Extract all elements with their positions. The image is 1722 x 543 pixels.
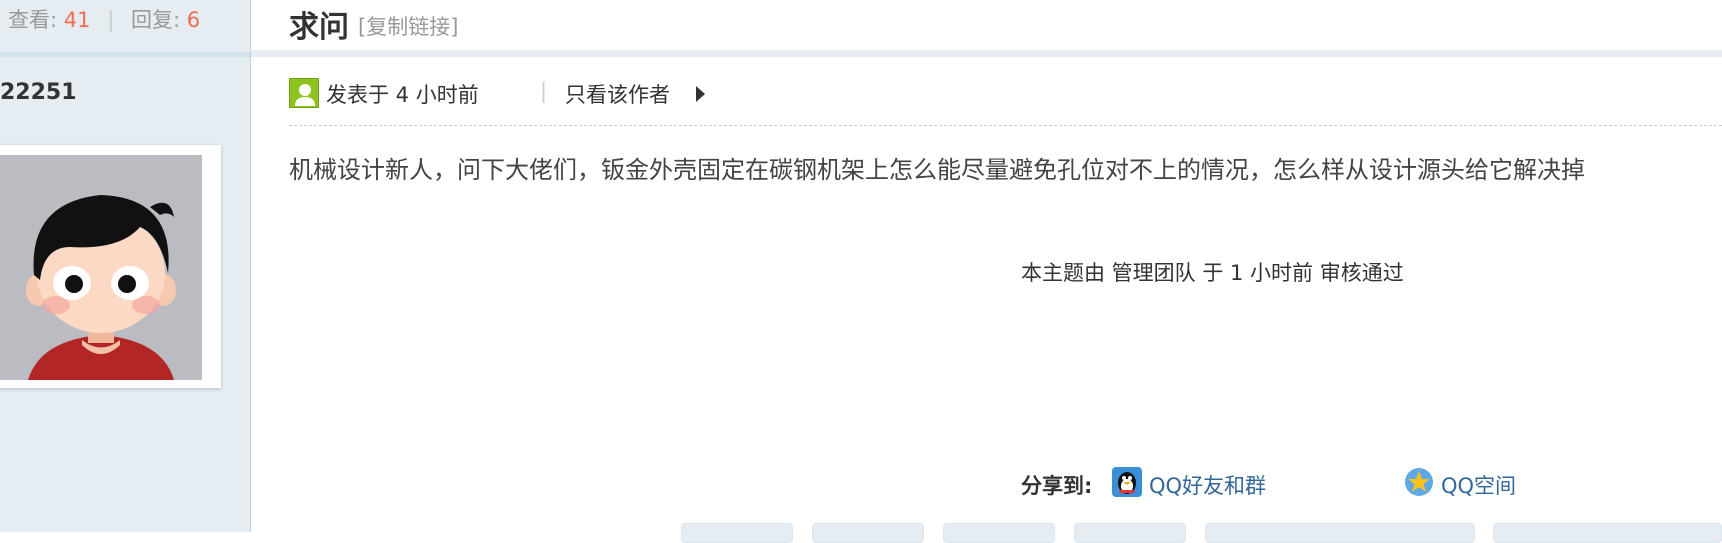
share-qq-label: QQ好友和群 [1149, 474, 1267, 498]
audit-note: 本主题由 管理团队 于 1 小时前 审核通过 [1021, 261, 1404, 285]
stats-line: 查看: 41 | 回复: 6 [8, 4, 200, 34]
post-content: 机械设计新人，问下大佬们，钣金外壳固定在碳钢机架上怎么能尽量避免孔位对不上的情况… [289, 156, 1585, 184]
post-time: 发表于 4 小时前 [326, 83, 479, 107]
copy-link-button[interactable]: [复制链接] [358, 11, 458, 41]
user-silhouette-icon [295, 84, 315, 106]
post-main: 求问 [复制链接] 发表于 4 小时前 | 只看该作者 机械设计新人，问下大佬们… [251, 0, 1722, 543]
cartoon-avatar-icon [0, 155, 202, 380]
stats-separator: | [107, 8, 115, 32]
only-author-link[interactable]: 只看该作者 [565, 79, 670, 109]
post-meta: 发表于 4 小时前 | 只看该作者 [289, 76, 1722, 126]
meta-divider [289, 125, 1722, 126]
action-button-1[interactable] [681, 523, 793, 543]
thread-stats: 查看: 41 | 回复: 6 [0, 0, 250, 57]
action-button-3[interactable] [943, 523, 1055, 543]
avatar-frame [0, 145, 221, 388]
replies-label: 回复: [130, 8, 181, 32]
views-label: 查看: [8, 8, 58, 32]
meta-separator: | [540, 79, 548, 103]
share-label: 分享到: [1021, 474, 1093, 498]
author-username[interactable]: 22251 [0, 80, 77, 105]
action-button-5[interactable] [1205, 523, 1475, 543]
qzone-star-icon [1405, 468, 1433, 496]
replies-count: 6 [186, 8, 201, 32]
online-user-icon [289, 78, 319, 108]
author-sidebar: 查看: 41 | 回复: 6 22251 [0, 0, 251, 532]
action-button-2[interactable] [812, 523, 924, 543]
thread-title-row: 求问 [复制链接] [251, 0, 1722, 57]
avatar[interactable] [0, 155, 202, 380]
qq-penguin-icon [1112, 467, 1142, 497]
views-count: 41 [63, 8, 91, 32]
thread-title: 求问 [289, 10, 349, 45]
triangle-right-icon [696, 86, 705, 102]
share-qzone-label: QQ空间 [1441, 474, 1517, 498]
action-button-4[interactable] [1074, 523, 1186, 543]
action-button-6[interactable] [1493, 523, 1722, 543]
